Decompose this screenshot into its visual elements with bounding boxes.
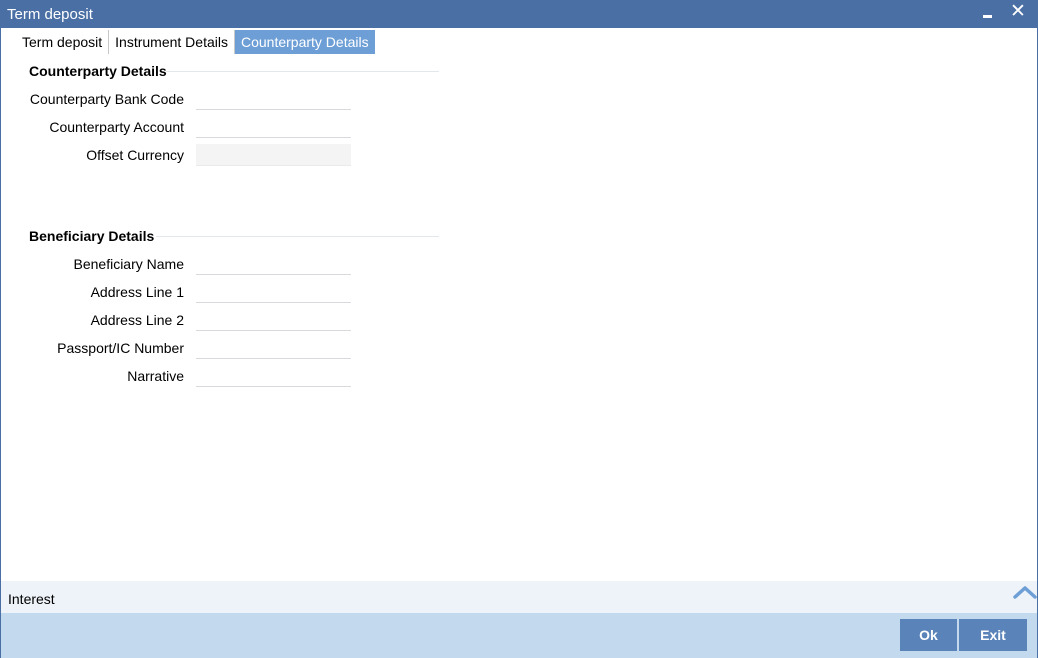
- minimize-icon[interactable]: [981, 5, 995, 23]
- term-deposit-window: Term deposit ✕ Term deposit Instrument D…: [0, 0, 1038, 658]
- counterparty-bank-code-input[interactable]: [196, 88, 351, 110]
- close-icon[interactable]: ✕: [1009, 2, 1027, 22]
- beneficiary-name-input[interactable]: [196, 253, 351, 275]
- passport-ic-number-label: Passport/IC Number: [57, 340, 184, 356]
- address-line-1-input[interactable]: [196, 281, 351, 303]
- interest-bar: Interest: [1, 581, 1037, 613]
- tab-counterparty-details[interactable]: Counterparty Details: [234, 30, 375, 54]
- beneficiary-section-title: Beneficiary Details: [29, 228, 155, 244]
- offset-currency-input[interactable]: [196, 144, 351, 166]
- counterparty-bank-code-label: Counterparty Bank Code: [29, 91, 184, 107]
- tab-term-deposit[interactable]: Term deposit: [16, 30, 110, 54]
- narrative-input[interactable]: [196, 365, 351, 387]
- beneficiary-name-label: Beneficiary Name: [73, 256, 185, 272]
- section-divider: [166, 71, 439, 72]
- counterparty-section-title: Counterparty Details: [29, 63, 167, 79]
- counterparty-account-input[interactable]: [196, 116, 351, 138]
- window-title: Term deposit: [7, 6, 93, 23]
- section-divider: [156, 236, 439, 237]
- address-line-2-label: Address Line 2: [90, 312, 184, 328]
- title-bar: Term deposit ✕: [1, 1, 1037, 28]
- interest-link[interactable]: Interest: [8, 591, 55, 607]
- exit-button[interactable]: Exit: [959, 619, 1027, 651]
- narrative-label: Narrative: [127, 368, 184, 384]
- offset-currency-label: Offset Currency: [86, 147, 184, 163]
- footer-bar: Ok Exit: [1, 613, 1037, 658]
- address-line-2-input[interactable]: [196, 309, 351, 331]
- passport-ic-number-input[interactable]: [196, 337, 351, 359]
- ok-button[interactable]: Ok: [900, 619, 957, 651]
- tab-instrument-details[interactable]: Instrument Details: [109, 30, 235, 54]
- chevron-up-icon[interactable]: [1013, 583, 1037, 603]
- address-line-1-label: Address Line 1: [90, 284, 184, 300]
- tab-bar: Term deposit Instrument Details Counterp…: [16, 30, 375, 54]
- counterparty-account-label: Counterparty Account: [49, 119, 184, 135]
